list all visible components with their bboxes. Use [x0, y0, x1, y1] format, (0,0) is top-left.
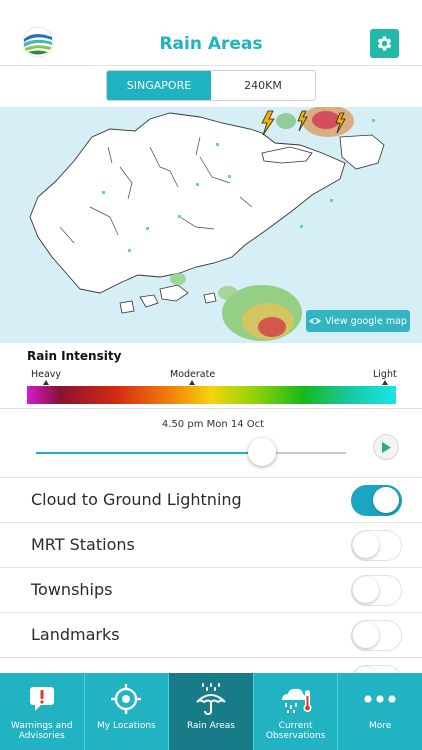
gear-icon: [377, 36, 392, 51]
play-icon: [382, 441, 391, 453]
intensity-gradient-bar: [27, 386, 396, 404]
toggle-row-townships: Townships: [0, 567, 422, 612]
tab-label: Warnings and Advisories: [11, 721, 73, 741]
toggle-label: MRT Stations: [31, 535, 135, 554]
tab-warnings-and-advisories[interactable]: Warnings and Advisories: [0, 673, 85, 750]
segment-240km[interactable]: 240KM: [211, 71, 315, 100]
app: Rain Areas SINGAPORE 240KM View google m…: [0, 0, 422, 750]
pulau-tekong: [339, 134, 385, 170]
toggle-row-landmarks: Landmarks: [0, 612, 422, 657]
play-button[interactable]: [373, 434, 399, 460]
view-google-map-label: View google map: [325, 315, 407, 327]
toggle-label: Cloud to Ground Lightning: [31, 490, 242, 509]
more-dots-icon: [363, 681, 397, 717]
tab-my-locations[interactable]: My Locations: [85, 673, 170, 750]
location-target-icon: [110, 681, 142, 717]
singapore-island: [29, 112, 346, 294]
southern-island: [203, 292, 217, 304]
tab-label: Rain Areas: [186, 721, 235, 731]
rain-cluster: [170, 273, 186, 285]
rain-intensity-legend: Rain Intensity Heavy Moderate Light: [0, 343, 422, 409]
sentosa-island: [159, 284, 189, 302]
segment-singapore[interactable]: SINGAPORE: [107, 71, 211, 100]
toggle-label: Townships: [31, 580, 113, 599]
layer-toggle-list: Cloud to Ground Lightning MRT Stations T…: [0, 477, 422, 702]
southern-island: [139, 294, 159, 308]
tab-current-observations[interactable]: Current Observations: [254, 673, 339, 750]
townships-toggle[interactable]: [351, 575, 402, 606]
header: Rain Areas: [0, 0, 422, 66]
toggle-knob: [353, 622, 379, 648]
toggle-knob: [373, 487, 399, 513]
moderate-marker: [189, 380, 195, 385]
rain-cluster: [218, 285, 302, 341]
toggle-row-lightning: Cloud to Ground Lightning: [0, 477, 422, 522]
settings-button[interactable]: [370, 29, 399, 58]
view-google-map-button[interactable]: View google map: [306, 310, 410, 332]
light-label: Light: [373, 369, 397, 380]
toggle-row-mrt: MRT Stations: [0, 522, 422, 567]
tab-label: More: [369, 721, 392, 731]
moderate-label: Moderate: [170, 369, 216, 380]
time-label: 4.50 pm Mon 14 Oct: [161, 419, 265, 430]
rain-map[interactable]: [0, 107, 422, 343]
rain-intensity-title: Rain Intensity: [27, 349, 122, 363]
toggle-knob: [353, 532, 379, 558]
time-slider-track[interactable]: [36, 452, 346, 454]
tab-label: My Locations: [97, 721, 156, 731]
eye-icon: [309, 318, 322, 324]
landmarks-toggle[interactable]: [351, 620, 402, 651]
mrt-stations-toggle[interactable]: [351, 530, 402, 561]
heavy-label: Heavy: [31, 369, 62, 380]
southern-island: [119, 300, 135, 314]
tab-label: Current Observations: [265, 721, 326, 741]
time-slider-thumb[interactable]: [248, 438, 277, 466]
tab-rain-areas[interactable]: Rain Areas: [169, 673, 254, 750]
heavy-marker: [43, 380, 49, 385]
toggle-knob: [353, 577, 379, 603]
warning-icon: [27, 681, 57, 717]
umbrella-rain-icon: [194, 681, 228, 717]
tab-more[interactable]: More: [338, 673, 422, 750]
time-slider-fill: [36, 452, 263, 454]
light-marker: [382, 380, 388, 385]
toggle-label: Landmarks: [31, 625, 120, 644]
region-segmented-control: SINGAPORE 240KM: [106, 70, 316, 101]
page-title: Rain Areas: [159, 34, 263, 54]
weather-thermometer-icon: [278, 681, 314, 717]
lightning-toggle[interactable]: [351, 485, 402, 516]
bottom-tab-bar: Warnings and Advisories My Locations Rai…: [0, 673, 422, 750]
